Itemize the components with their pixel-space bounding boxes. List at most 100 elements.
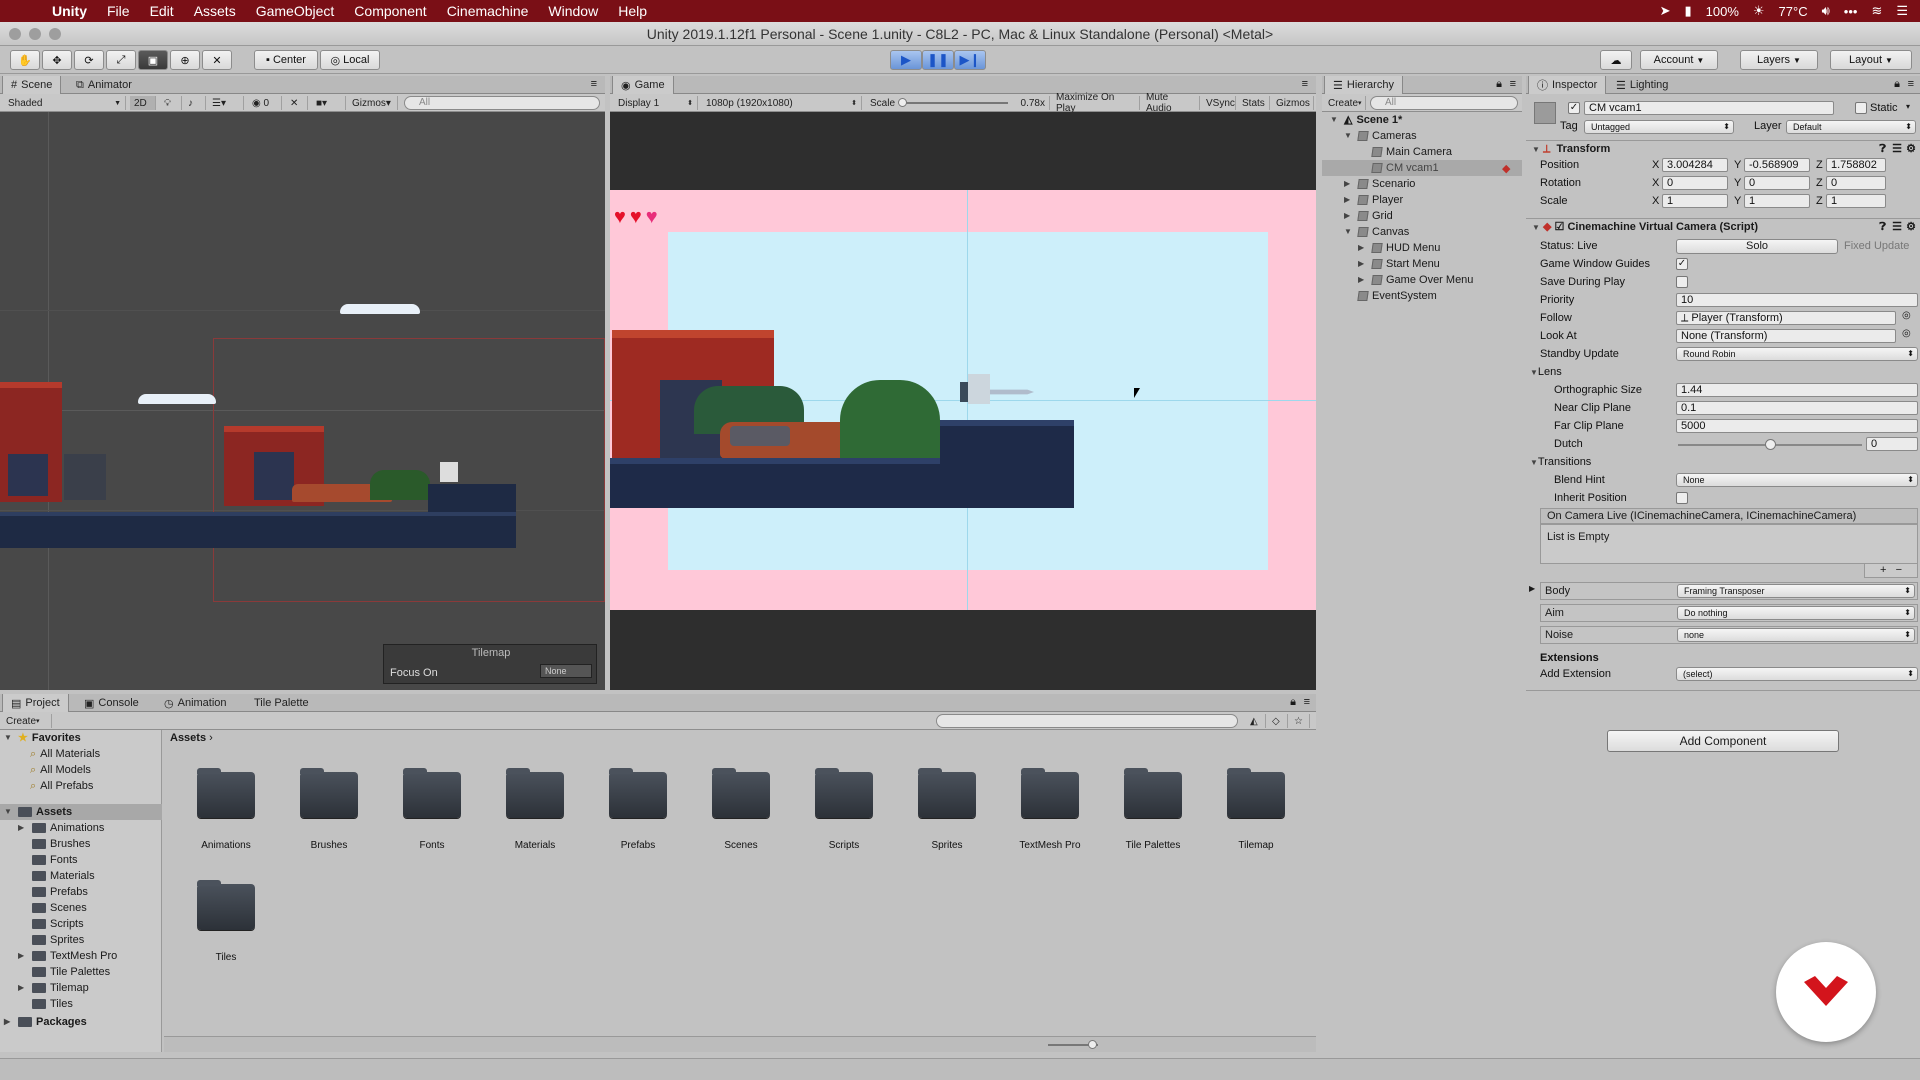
minimize-window-button[interactable] bbox=[29, 28, 41, 40]
project-create-button[interactable]: Create ▾ bbox=[2, 714, 52, 728]
transform-scale-z-field[interactable]: 1 bbox=[1826, 194, 1886, 208]
resolution-dropdown[interactable]: 1080p (1920x1080) ⬍ bbox=[702, 96, 862, 110]
rotate-tool-icon[interactable]: ⟳ bbox=[74, 50, 104, 70]
transform-position-z-field[interactable]: 1.758802 bbox=[1826, 158, 1886, 172]
menu-assets[interactable]: Assets bbox=[184, 3, 246, 19]
lighting-icon[interactable]: 💡︎ bbox=[160, 96, 182, 110]
project-tree-folder[interactable]: ▶ Tilemap bbox=[18, 980, 89, 996]
object-picker-icon[interactable]: ◎ bbox=[1902, 310, 1911, 321]
hierarchy-item[interactable]: EventSystem bbox=[1322, 288, 1522, 304]
transform-rotation-z-field[interactable]: 0 bbox=[1826, 176, 1886, 190]
preset-icon[interactable]: ☰ bbox=[1892, 219, 1902, 235]
favorites-star-icon[interactable]: ☆ bbox=[1290, 714, 1310, 728]
tag-dropdown[interactable]: Untagged bbox=[1584, 120, 1734, 134]
body-foldout-icon[interactable]: ▶ bbox=[1529, 584, 1535, 593]
project-tree-folder[interactable]: Brushes bbox=[18, 836, 90, 852]
add-event-button[interactable]: + bbox=[1880, 564, 1886, 576]
shading-dropdown[interactable]: Shaded ▼ bbox=[4, 96, 126, 110]
hierarchy-item[interactable]: ▶ Scenario bbox=[1322, 176, 1522, 192]
project-tree-folder[interactable]: ▶ TextMesh Pro bbox=[18, 948, 117, 964]
asset-folder[interactable]: Fonts bbox=[384, 768, 474, 862]
lock-icon[interactable]: 🔒︎ bbox=[1496, 78, 1502, 91]
static-checkbox[interactable] bbox=[1855, 102, 1867, 114]
asset-folder[interactable]: Prefabs bbox=[590, 768, 680, 862]
scene-search-input[interactable]: All bbox=[404, 96, 600, 110]
expand-arrow-icon[interactable]: ▶ bbox=[1344, 208, 1354, 224]
asset-folder[interactable]: Tiles bbox=[178, 880, 268, 974]
add-component-button[interactable]: Add Component bbox=[1607, 730, 1839, 752]
dutch-field[interactable]: 0 bbox=[1866, 437, 1918, 451]
pivot-center-button[interactable]: ▪ Center bbox=[254, 50, 318, 70]
noise-dropdown[interactable]: none bbox=[1677, 628, 1915, 642]
camera-dropdown[interactable]: ■▾ bbox=[312, 96, 346, 110]
scale-slider[interactable] bbox=[900, 102, 1008, 104]
body-dropdown[interactable]: Framing Transposer bbox=[1677, 584, 1915, 598]
vsync-toggle[interactable]: VSync bbox=[1202, 96, 1236, 110]
cloud-icon[interactable]: ☁ bbox=[1600, 50, 1632, 70]
menu-cinemachine[interactable]: Cinemachine bbox=[437, 3, 539, 19]
play-button[interactable]: ▶ bbox=[890, 50, 922, 70]
remove-event-button[interactable]: − bbox=[1896, 564, 1902, 576]
help-icon[interactable]: ❓︎ bbox=[1879, 219, 1886, 235]
account-dropdown[interactable]: Account ▼ bbox=[1640, 50, 1718, 70]
panel-menu-icon[interactable]: ≡ bbox=[1510, 78, 1516, 90]
hierarchy-item[interactable]: ▶ HUD Menu bbox=[1322, 240, 1522, 256]
tab-tile-palette[interactable]: Tile Palette bbox=[246, 694, 317, 712]
scale-slider-thumb[interactable] bbox=[898, 98, 907, 107]
game-gizmos-toggle[interactable]: Gizmos bbox=[1272, 96, 1314, 110]
audio-icon[interactable]: ♪ bbox=[184, 96, 206, 110]
custom-tool-icon[interactable]: ✕ bbox=[202, 50, 232, 70]
vcam-header[interactable]: ▼ ◆ ☑ Cinemachine Virtual Camera (Script… bbox=[1526, 218, 1920, 234]
tab-console[interactable]: ▣ Console bbox=[76, 694, 147, 712]
search-by-type-icon[interactable]: ◭ bbox=[1246, 714, 1266, 728]
expand-arrow-icon[interactable]: ▶ bbox=[1358, 240, 1368, 256]
transform-rotation-y-field[interactable]: 0 bbox=[1744, 176, 1810, 190]
project-tree-folder[interactable]: Materials bbox=[18, 868, 95, 884]
project-tree-folder[interactable]: Tiles bbox=[18, 996, 73, 1012]
near-clip-field[interactable]: 0.1 bbox=[1676, 401, 1918, 415]
asset-folder[interactable]: Animations bbox=[178, 768, 268, 862]
asset-folder[interactable]: Brushes bbox=[281, 768, 371, 862]
tab-project[interactable]: ▤ Project bbox=[2, 694, 69, 712]
transform-position-x-field[interactable]: 3.004284 bbox=[1662, 158, 1728, 172]
panel-menu-icon[interactable]: ≡ bbox=[591, 78, 597, 90]
vcam-enabled-checkbox[interactable]: ☑ bbox=[1555, 221, 1565, 233]
panel-menu-icon[interactable]: ≡ bbox=[1908, 78, 1914, 90]
project-tree-folder[interactable]: Tile Palettes bbox=[18, 964, 110, 980]
save-during-play-checkbox[interactable] bbox=[1676, 276, 1688, 288]
gear-icon[interactable]: ⚙ bbox=[1906, 219, 1916, 235]
pause-button[interactable]: ❚❚ bbox=[922, 50, 954, 70]
project-tree-folder[interactable]: Sprites bbox=[18, 932, 84, 948]
hierarchy-item[interactable]: CM vcam1 bbox=[1322, 160, 1522, 176]
expand-arrow-icon[interactable]: ▼ bbox=[1344, 128, 1354, 144]
transitions-foldout[interactable]: ▼Transitions bbox=[1530, 456, 1591, 468]
priority-field[interactable]: 10 bbox=[1676, 293, 1918, 307]
static-dropdown-icon[interactable]: ▾ bbox=[1906, 102, 1910, 111]
wifi-icon[interactable]: ≋ bbox=[1871, 3, 1882, 19]
mute-audio-toggle[interactable]: Mute Audio bbox=[1142, 92, 1200, 114]
help-icon[interactable]: ❓︎ bbox=[1879, 141, 1886, 157]
project-tree-folder[interactable]: Scripts bbox=[18, 916, 84, 932]
expand-arrow-icon[interactable]: ▶ bbox=[1358, 256, 1368, 272]
tab-lighting[interactable]: ☰ Lighting bbox=[1608, 76, 1676, 94]
expand-arrow-icon[interactable]: ▶ bbox=[18, 980, 28, 996]
move-tool-icon[interactable]: ✥ bbox=[42, 50, 72, 70]
focus-on-dropdown[interactable]: None bbox=[540, 664, 592, 678]
asset-folder[interactable]: Scenes bbox=[693, 768, 783, 862]
blend-hint-dropdown[interactable]: None bbox=[1676, 473, 1918, 487]
tab-animation[interactable]: ◷ Animation bbox=[156, 694, 235, 712]
follow-field[interactable]: ⟂ Player (Transform) bbox=[1676, 311, 1896, 325]
lock-icon[interactable]: 🔒︎ bbox=[1894, 78, 1900, 91]
hierarchy-item[interactable]: Main Camera bbox=[1322, 144, 1522, 160]
menu-file[interactable]: File bbox=[97, 3, 140, 19]
expand-arrow-icon[interactable]: ▶ bbox=[1358, 272, 1368, 288]
hierarchy-item[interactable]: ▶ Start Menu bbox=[1322, 256, 1522, 272]
transform-scale-x-field[interactable]: 1 bbox=[1662, 194, 1728, 208]
volume-icon[interactable]: 🔊︎ bbox=[1822, 3, 1830, 19]
transform-tool-icon[interactable]: ⊕ bbox=[170, 50, 200, 70]
tab-scene[interactable]: # Scene bbox=[2, 76, 62, 94]
hierarchy-item[interactable]: ▶ Grid bbox=[1322, 208, 1522, 224]
transform-scale-y-field[interactable]: 1 bbox=[1744, 194, 1810, 208]
stats-toggle[interactable]: Stats bbox=[1238, 96, 1270, 110]
menu-app-name[interactable]: Unity bbox=[44, 3, 97, 19]
